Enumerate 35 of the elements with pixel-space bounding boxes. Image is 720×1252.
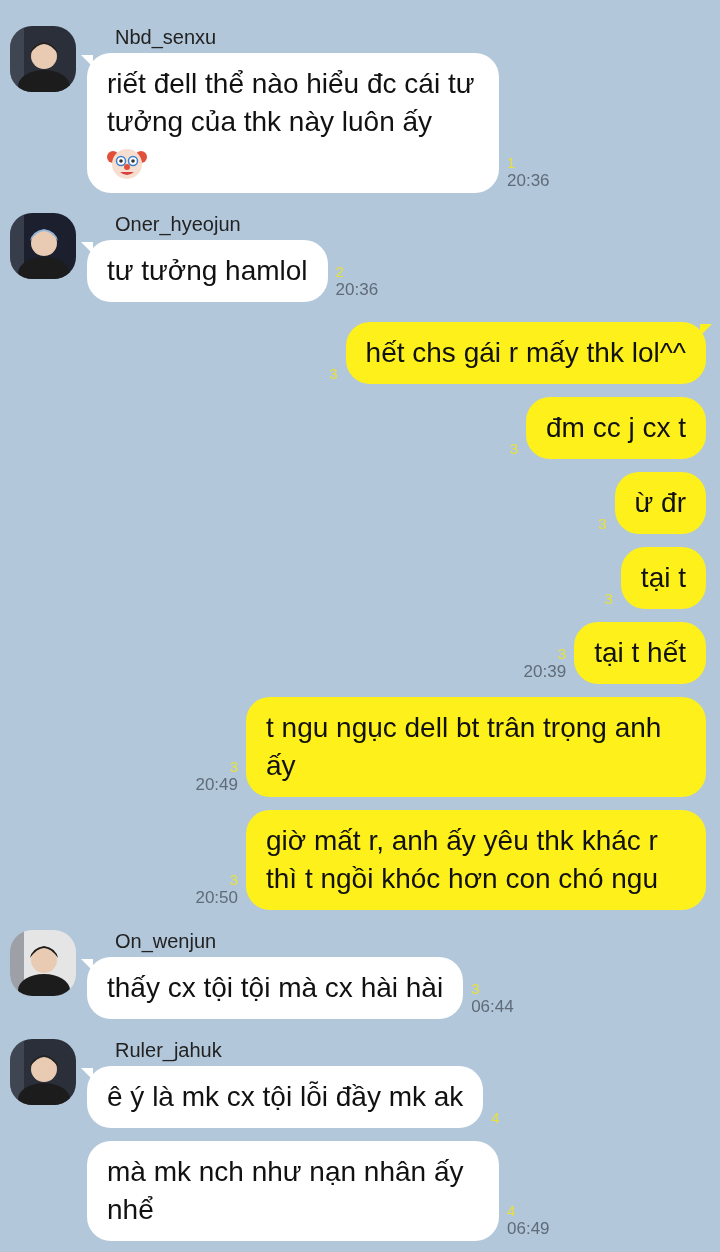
message-bubble: tại t hết xyxy=(574,622,706,684)
sender-name: Oner_hyeojun xyxy=(114,213,242,235)
message-bubble: mà mk nch như nạn nhân ấy nhể xyxy=(87,1141,499,1241)
bubble-tail xyxy=(81,1068,93,1080)
message-bubble: t ngu ngục dell bt trân trọng anh ấy xyxy=(246,697,706,797)
bubble-tail xyxy=(700,324,712,336)
unread-count: 1 xyxy=(507,155,516,171)
message-time: 20:36 xyxy=(335,280,379,300)
sender-name: On_wenjun xyxy=(114,930,218,952)
unread-count: 2 xyxy=(335,264,344,280)
bubble-tail xyxy=(81,959,93,971)
message-bubble: tại t xyxy=(620,547,706,609)
sender-name: Ruler_jahuk xyxy=(114,1039,223,1061)
sender-name: Nbd_senxu xyxy=(114,26,218,48)
bubble-tail xyxy=(81,55,93,67)
unread-count: 3 xyxy=(598,516,607,532)
bubble-tail xyxy=(81,242,93,254)
message-time: 20:36 xyxy=(507,171,550,191)
message-time: 06:44 xyxy=(471,997,514,1017)
unread-count: 3 xyxy=(471,981,480,997)
message-bubble: ừ đr xyxy=(614,472,706,534)
message-time: 20:50 xyxy=(195,888,238,908)
unread-count: 3 xyxy=(229,759,238,775)
message-bubble: giờ mất r, anh ấy yêu thk khác r thì t ngồi khóc hơn con chó ngu xyxy=(246,810,706,910)
unread-count: 3 xyxy=(329,366,338,382)
unread-count: 3 xyxy=(229,872,238,888)
message-time: 20:39 xyxy=(523,662,567,682)
unread-count: 4 xyxy=(491,1110,500,1126)
unread-count: 3 xyxy=(604,591,613,607)
unread-count: 3 xyxy=(509,441,518,457)
message-time: 06:49 xyxy=(507,1219,550,1239)
unread-count: 4 xyxy=(507,1203,516,1219)
unread-count: 3 xyxy=(557,646,567,662)
message-bubble: đm cc j cx t xyxy=(526,397,706,459)
message-time: 20:49 xyxy=(195,775,238,795)
